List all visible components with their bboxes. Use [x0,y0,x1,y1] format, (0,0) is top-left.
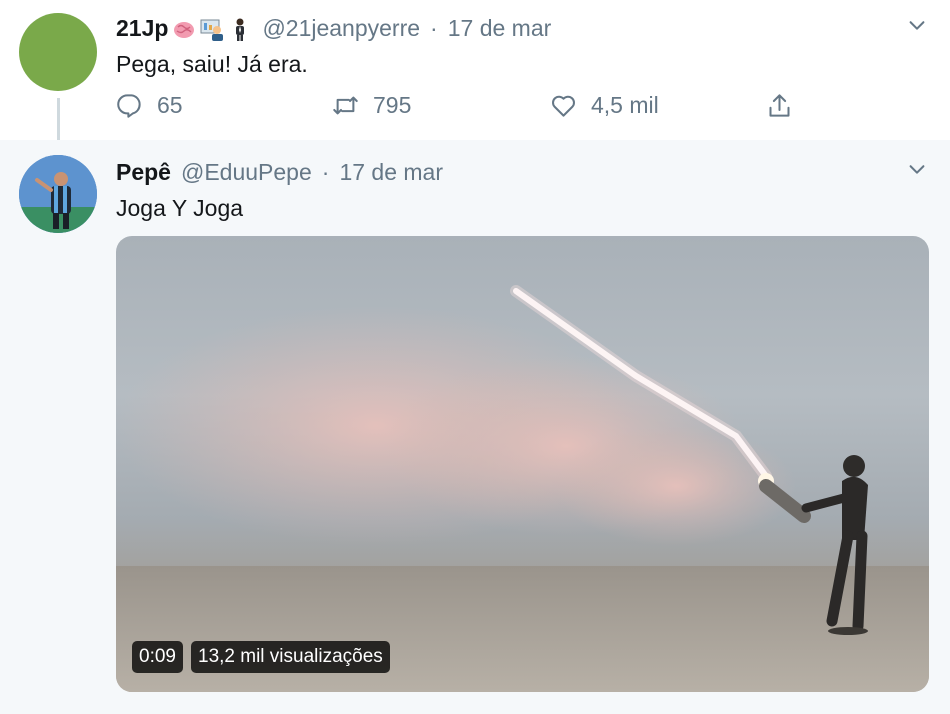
teacher-icon [200,17,224,41]
video-player[interactable]: 0:09 13,2 mil visualizações [116,236,929,692]
tweet-date[interactable]: 17 de mar [339,159,443,186]
chevron-down-icon[interactable] [906,14,928,36]
like-button[interactable]: 4,5 mil [550,92,659,119]
chevron-down-icon[interactable] [906,158,928,180]
avatar[interactable] [19,155,97,233]
tweet-quoted[interactable]: Pepê @EduuPepe · 17 de mar Joga Y Joga 0… [0,140,950,714]
video-frame [116,285,929,692]
tweet-actions: 65 795 4,5 mil [116,92,816,126]
share-button[interactable] [766,92,807,119]
separator-dot: · [430,15,438,41]
brain-icon [172,17,196,41]
businessperson-icon [228,17,252,41]
separator-dot: · [321,159,330,185]
tweet-text: Joga Y Joga [116,195,244,221]
tweet-header: 21Jp @21jeanpyerre · 17 de mar [116,15,551,42]
retweet-icon [333,96,358,115]
video-views: 13,2 mil visualizações [191,641,390,673]
heart-icon [552,95,575,117]
tweet-date[interactable]: 17 de mar [448,15,552,42]
tweet-parent[interactable]: 21Jp @21jeanpyerre · 17 de mar Pega, sai… [0,0,950,140]
retweet-button[interactable]: 795 [332,92,411,119]
video-duration: 0:09 [132,641,183,673]
thread-connector [57,98,60,140]
avatar[interactable] [19,13,97,91]
reply-count: 65 [157,92,183,118]
display-name[interactable]: 21Jp [116,15,168,42]
display-name[interactable]: Pepê [116,159,171,186]
tweet-text: Pega, saiu! Já era. [116,51,308,77]
reply-icon [117,94,141,118]
retweet-count: 795 [373,92,412,118]
tweet-header: Pepê @EduuPepe · 17 de mar [116,159,443,186]
reply-button[interactable]: 65 [116,92,183,119]
handle[interactable]: @EduuPepe [181,159,312,186]
share-icon [769,94,790,117]
like-count: 4,5 mil [591,92,659,118]
handle[interactable]: @21jeanpyerre [262,15,420,42]
